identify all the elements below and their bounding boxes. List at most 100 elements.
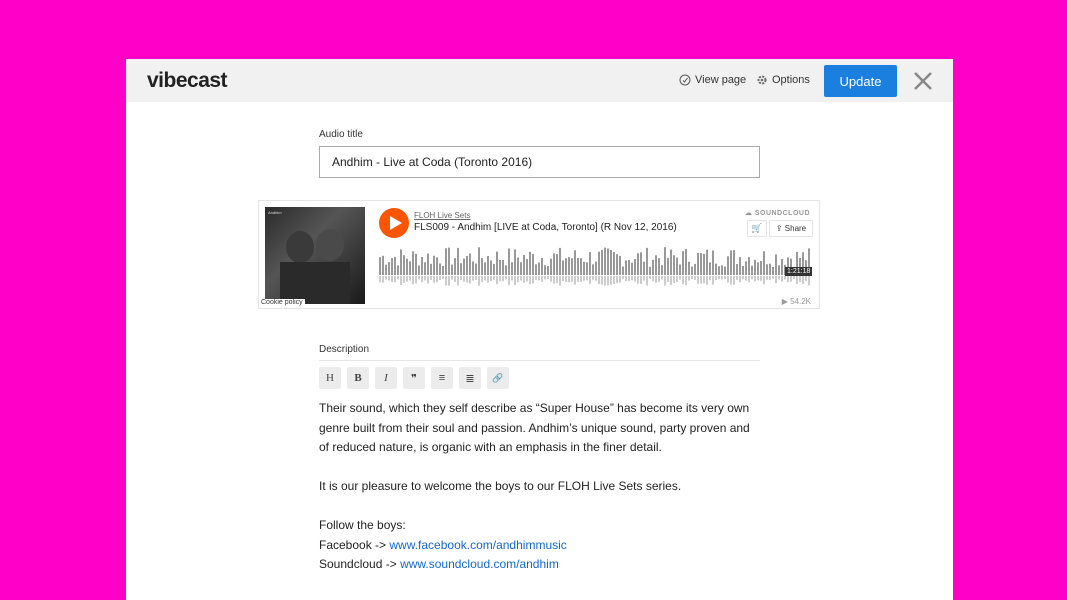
update-button[interactable]: Update [824, 65, 897, 97]
waveform-bar [748, 257, 750, 275]
waveform-bar [739, 257, 741, 275]
soundcloud-logo[interactable]: ☁ SOUNDCLOUD [745, 209, 810, 217]
waveform-reflection [763, 276, 765, 285]
waveform-bar [433, 255, 435, 275]
waveform-bar [583, 261, 585, 275]
ordered-list-button[interactable]: ≡ [431, 367, 453, 389]
italic-button[interactable]: I [375, 367, 397, 389]
waveform-bar [580, 258, 582, 275]
share-button[interactable]: ⇪ Share [769, 220, 813, 237]
description-body[interactable]: Their sound, which they self describe as… [319, 399, 760, 575]
waveform-reflection [493, 276, 495, 280]
uploader-link[interactable]: FLOH Live Sets [414, 211, 470, 220]
waveform-bar [619, 255, 621, 275]
waveform-reflection [658, 276, 660, 282]
waveform-reflection [562, 276, 564, 282]
waveform-bar [757, 262, 759, 275]
waveform-reflection [472, 276, 474, 281]
waveform-reflection [520, 276, 522, 281]
waveform-reflection [700, 276, 702, 284]
waveform-reflection [793, 276, 795, 279]
audio-title-input[interactable] [319, 146, 760, 178]
waveform-bar [415, 253, 417, 275]
link-button[interactable]: 🔗 [487, 367, 509, 389]
track-title[interactable]: FLS009 - Andhim [LIVE at Coda, Toronto] … [414, 222, 677, 233]
waveform-reflection [601, 276, 603, 285]
buy-button[interactable]: 🛒 [747, 220, 767, 237]
bold-button[interactable]: B [347, 367, 369, 389]
waveform-reflection [490, 276, 492, 282]
waveform-bar [610, 249, 612, 275]
vibecast-logo[interactable]: vibecast [147, 69, 228, 93]
waveform-bar [532, 253, 534, 275]
waveform-reflection [721, 276, 723, 280]
waveform-bar [460, 263, 462, 275]
waveform-bar [760, 261, 762, 275]
waveform-reflection [769, 276, 771, 280]
waveform-reflection [586, 276, 588, 281]
waveform-bar [517, 257, 519, 275]
waveform-reflection [448, 276, 450, 286]
waveform-bar [613, 252, 615, 275]
waveform-reflection [550, 276, 552, 282]
cookie-policy-link[interactable]: Cookie policy [259, 299, 305, 306]
waveform-bar [778, 265, 780, 275]
waveform-reflection [577, 276, 579, 282]
facebook-prefix: Facebook -> [319, 537, 390, 552]
waveform-reflection [682, 276, 684, 285]
waveform-reflection [712, 276, 714, 285]
waveform-bar [691, 266, 693, 275]
waveform-reflection [508, 276, 510, 286]
waveform-bar [442, 265, 444, 275]
waveform-bar [754, 259, 756, 275]
waveform-reflection [544, 276, 546, 280]
unordered-list-button[interactable]: ≣ [459, 367, 481, 389]
waveform-reflection [427, 276, 429, 284]
waveform-reflection [619, 276, 621, 283]
waveform-bar [667, 257, 669, 275]
waveform-reflection [724, 276, 726, 279]
soundcloud-link[interactable]: www.soundcloud.com/andhim [400, 557, 559, 571]
waveform-reflection [781, 276, 783, 282]
waveform-bar [556, 254, 558, 275]
waveform-reflection [589, 276, 591, 285]
waveform-reflection [574, 276, 576, 285]
waveform-bar [559, 247, 561, 275]
waveform-reflection [664, 276, 666, 286]
waveform-reflection [487, 276, 489, 283]
waveform-reflection [631, 276, 633, 281]
heading-button[interactable]: H [319, 367, 341, 389]
waveform-reflection [778, 276, 780, 280]
waveform-bar [709, 262, 711, 275]
waveform-bar [520, 262, 522, 275]
options-link[interactable]: Options [756, 74, 810, 86]
waveform-bar [451, 264, 453, 275]
waveform-bar [682, 251, 684, 275]
play-button[interactable] [379, 208, 409, 238]
facebook-link[interactable]: www.facebook.com/andhimmusic [389, 538, 566, 552]
waveform[interactable] [379, 247, 813, 287]
waveform-reflection [637, 276, 639, 284]
view-page-link[interactable]: View page [679, 74, 746, 86]
waveform-reflection [511, 276, 513, 281]
waveform-reflection [439, 276, 441, 281]
waveform-bar [745, 261, 747, 275]
waveform-bar [388, 262, 390, 275]
waveform-bar [772, 266, 774, 275]
audio-title-label: Audio title [319, 129, 363, 140]
waveform-bar [427, 253, 429, 275]
quote-button[interactable]: ❞ [403, 367, 425, 389]
waveform-reflection [430, 276, 432, 280]
waveform-reflection [757, 276, 759, 281]
waveform-bar [586, 262, 588, 275]
waveform-bar [418, 265, 420, 275]
waveform-reflection [727, 276, 729, 283]
waveform-reflection [463, 276, 465, 282]
view-page-icon [679, 74, 691, 86]
waveform-bar [538, 262, 540, 275]
waveform-reflection [478, 276, 480, 286]
waveform-bar [571, 258, 573, 275]
track-artwork[interactable]: Andhim [265, 207, 365, 304]
waveform-bar [400, 249, 402, 275]
close-icon[interactable] [912, 70, 934, 92]
